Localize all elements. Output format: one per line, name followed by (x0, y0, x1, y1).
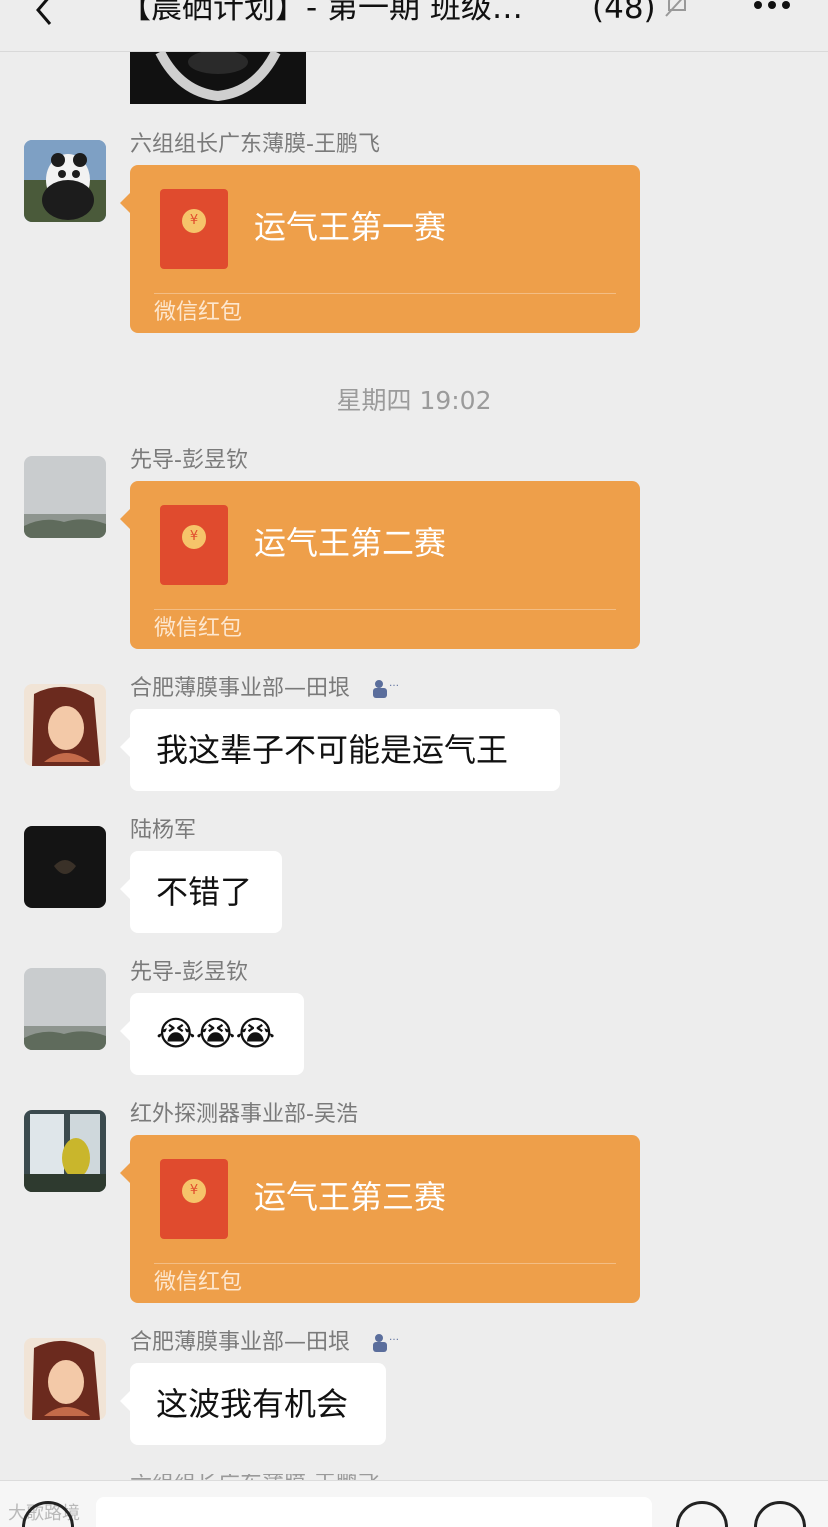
red-packet-footer: 微信红包 (154, 1270, 243, 1295)
sender-name: 红外探测器事业部-吴浩 (130, 1102, 358, 1127)
red-packet-icon: ¥ (160, 505, 228, 585)
avatar[interactable] (24, 456, 106, 538)
avatar[interactable] (24, 1338, 106, 1420)
red-packet[interactable]: ¥ 运气王第三赛 微信红包 (120, 1135, 640, 1303)
image-message[interactable] (130, 52, 306, 104)
message-bubble[interactable]: 😭😭😭 (120, 993, 304, 1075)
svg-text:…: … (389, 678, 399, 689)
sender-name: 先导-彭昱钦 (130, 960, 248, 985)
status-icon: … (373, 1332, 399, 1352)
sender-name: 合肥薄膜事业部—田垠 … (130, 674, 403, 704)
more-dots-icon[interactable] (752, 0, 792, 12)
svg-text:…: … (389, 1332, 399, 1343)
message-input[interactable] (96, 1497, 652, 1527)
avatar[interactable] (24, 140, 106, 222)
avatar[interactable] (24, 1110, 106, 1192)
red-packet-footer: 微信红包 (154, 300, 243, 325)
red-packet[interactable]: ¥ 运气王第一赛 微信红包 (120, 165, 640, 333)
message-bubble[interactable]: 我这辈子不可能是运气王 (120, 709, 560, 791)
timestamp: 星期四 19:02 (336, 386, 492, 415)
red-packet-title: 运气王第三赛 (254, 1178, 447, 1216)
sender-name: 合肥薄膜事业部—田垠 … (130, 1328, 403, 1358)
divider (154, 293, 616, 294)
message-text: 这波我有机会 (156, 1385, 349, 1423)
chevron-left-icon[interactable] (26, 0, 66, 32)
avatar[interactable] (24, 826, 106, 908)
red-packet-footer: 微信红包 (154, 616, 243, 641)
message-bubble[interactable]: 不错了 (120, 851, 282, 933)
avatar[interactable] (24, 968, 106, 1050)
red-packet[interactable]: ¥ 运气王第二赛 微信红包 (120, 481, 640, 649)
bell-off-icon (665, 0, 686, 17)
divider (154, 1263, 616, 1264)
red-packet-title: 运气王第一赛 (254, 208, 447, 246)
divider (154, 609, 616, 610)
message-bubble[interactable]: 这波我有机会 (120, 1363, 386, 1445)
status-icon: … (373, 678, 399, 698)
message-text: 不错了 (156, 873, 253, 911)
message-text: 我这辈子不可能是运气王 (156, 731, 509, 769)
red-packet-icon: ¥ (160, 189, 228, 269)
sender-name: 先导-彭昱钦 (130, 448, 248, 473)
sender-name: 六组组长广东薄膜-王鹏飞 (130, 132, 380, 157)
emoji-icon[interactable] (676, 1501, 728, 1527)
input-bar: 大歌路境 (0, 1480, 828, 1527)
plus-icon[interactable] (754, 1501, 806, 1527)
emoji-text: 😭😭😭 (156, 1014, 276, 1054)
chat-header: 【晨硒计划】- 第一期 班级… (48) (0, 0, 828, 52)
chat-title: 【晨硒计划】- 第一期 班级… (120, 0, 523, 26)
sender-name: 陆杨军 (130, 818, 197, 843)
red-packet-title: 运气王第二赛 (254, 524, 447, 562)
avatar[interactable] (24, 684, 106, 766)
red-packet-icon: ¥ (160, 1159, 228, 1239)
member-count: (48) (592, 0, 656, 26)
